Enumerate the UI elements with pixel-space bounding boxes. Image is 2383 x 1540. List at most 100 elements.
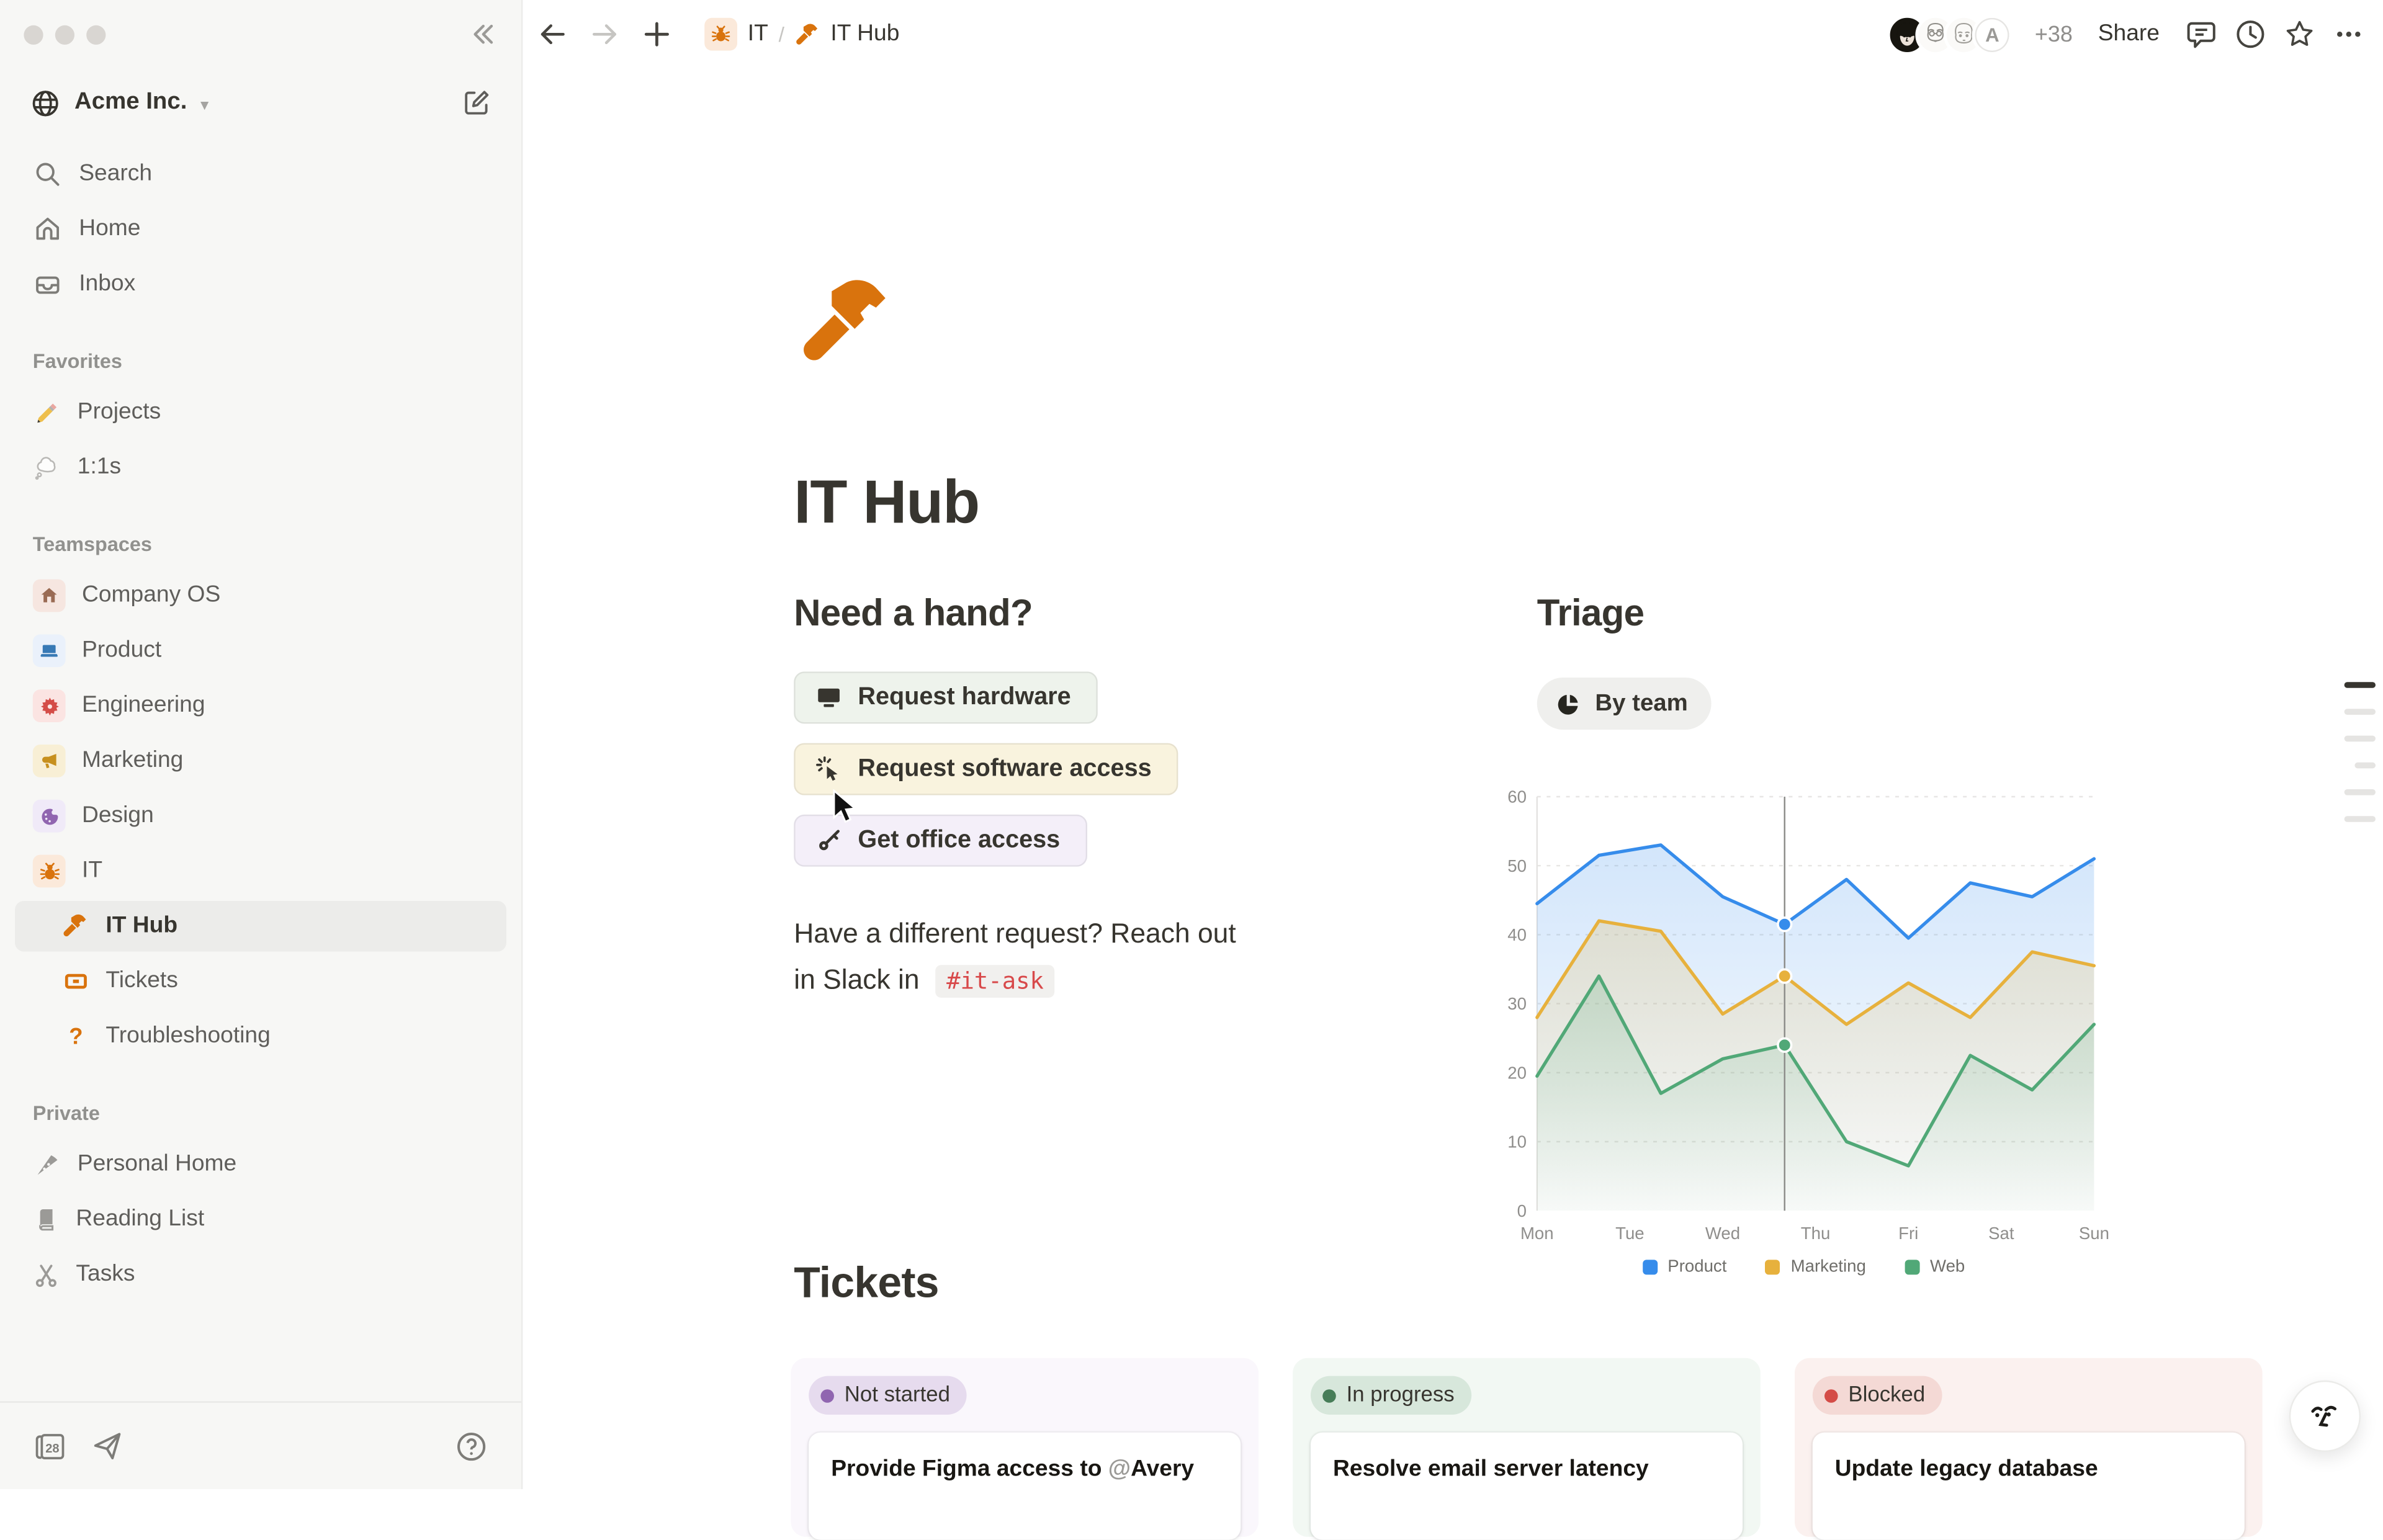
scissors-icon [33,1261,60,1288]
more-options-icon[interactable] [2332,18,2365,51]
legend-label: Web [1930,1258,1965,1276]
legend-item: Product [1642,1258,1726,1276]
search-icon [33,159,63,189]
svg-text:?: ? [69,1023,83,1049]
note-line2: in Slack in [794,964,919,995]
hammer-icon [63,913,89,939]
back-icon[interactable] [536,18,569,51]
workspace-switcher[interactable]: Acme Inc. ▾ [15,74,506,131]
ticket-card[interactable]: Provide Figma access to @Avery [809,1433,1241,1540]
traffic-light-zoom[interactable] [86,25,105,44]
breadcrumb-team[interactable]: IT [748,21,768,48]
history-clock-icon[interactable] [2234,18,2267,51]
outline-bar [2345,816,2376,822]
sidebar-item-label: Reading List [76,1206,204,1233]
book-icon [33,1206,60,1233]
legend-item: Marketing [1766,1258,1866,1276]
sidebar-item-label: Inbox [79,271,135,298]
key-icon [815,826,843,855]
sidebar-item-label: Product [82,637,161,664]
tickets-board: Not started Provide Figma access to @Ave… [791,1358,2262,1537]
sidebar-item-it-hub[interactable]: IT Hub [15,901,506,952]
breadcrumb-separator: / [779,22,784,46]
share-button[interactable]: Share [2098,21,2160,48]
ticket-card[interactable]: Update legacy database [1813,1433,2245,1540]
sidebar-item-label: Engineering [82,692,205,719]
need-a-hand-section: Need a hand? Request hardware Request so… [794,593,1345,1005]
svg-text:40: 40 [1507,925,1527,944]
traffic-light-minimize[interactable] [55,25,74,44]
workspace-name: Acme Inc. [74,89,187,116]
sidebar-item-1-1s[interactable]: 1:1s [15,442,506,493]
add-page-icon[interactable] [640,18,673,51]
status-badge[interactable]: Not started [809,1376,966,1415]
laptop-icon [33,634,66,667]
sidebar-item-engineering[interactable]: Engineering [15,681,506,732]
svg-text:50: 50 [1507,856,1527,875]
card-title-text: Update legacy database [1835,1453,2222,1484]
get-office-access-button[interactable]: Get office access [794,815,1087,867]
status-dot [820,1389,834,1402]
sidebar-item-reading-list[interactable]: Reading List [15,1194,506,1245]
sidebar-item-projects[interactable]: Projects [15,387,506,438]
send-icon[interactable] [91,1430,123,1462]
sidebar-item-marketing[interactable]: Marketing [15,736,506,787]
new-page-icon[interactable] [462,88,491,118]
sidebar-item-personal-home[interactable]: Personal Home [15,1139,506,1190]
pencil-icon [33,398,61,427]
outline-bar [2345,709,2376,715]
request-hardware-button[interactable]: Request hardware [794,671,1098,723]
forward-icon[interactable] [588,18,621,51]
sidebar-item-company-os[interactable]: Company OS [15,570,506,621]
status-badge[interactable]: Blocked [1813,1376,1942,1415]
button-label: Get office access [858,826,1060,855]
notion-ai-button[interactable] [2289,1381,2361,1452]
help-icon[interactable] [454,1429,488,1463]
topbar-left: IT / IT Hub [536,0,899,68]
private-section: Private Personal Home Reading List Tasks [15,1066,506,1304]
megaphone-icon [33,745,66,777]
slack-channel-chip[interactable]: #it-ask [936,965,1054,998]
legend-swatch [1642,1260,1657,1274]
filter-label: By team [1595,690,1687,717]
avatar-stack[interactable]: A [1887,14,2013,55]
svg-text:Wed: Wed [1705,1224,1740,1243]
by-team-filter-button[interactable]: By team [1537,678,1712,730]
sidebar-item-tickets[interactable]: Tickets [15,956,506,1007]
bug-icon [33,855,66,888]
breadcrumb-page[interactable]: IT Hub [830,21,899,48]
ticket-card[interactable]: Resolve email server latency [1311,1433,1743,1540]
sidebar-item-inbox[interactable]: Inbox [15,259,506,310]
page-outline-indicator[interactable] [2337,682,2376,822]
question-icon: ? [63,1023,89,1050]
sidebar-item-label: IT [82,857,102,884]
sidebar-item-design[interactable]: Design [15,790,506,841]
button-label: Request software access [858,755,1151,784]
sidebar-item-product[interactable]: Product [15,625,506,676]
traffic-light-close[interactable] [24,25,43,44]
app-window: Acme Inc. ▾ Search Home Inbox Favorites [0,0,2383,1489]
sidebar-item-search[interactable]: Search [15,149,506,200]
sidebar-item-label: Troubleshooting [105,1023,270,1050]
sidebar-item-label: Search [79,161,152,187]
sidebar-collapse-icon[interactable] [468,19,498,49]
sidebar-item-it[interactable]: IT [15,846,506,897]
outline-bar [2345,789,2376,795]
request-software-access-button[interactable]: Request software access [794,743,1178,795]
calendar-icon[interactable]: 28 [33,1429,67,1463]
sidebar-item-label: Marketing [82,748,183,774]
triage-area-chart[interactable]: 0102030405060MonTueWedThuFriSatSun [1498,776,2109,1267]
page-icon-hammer[interactable] [800,274,898,380]
sidebar-item-tasks[interactable]: Tasks [15,1250,506,1300]
sidebar-item-label: Home [79,216,140,243]
comments-icon[interactable] [2185,18,2218,51]
favorite-star-icon[interactable] [2283,18,2316,51]
sidebar: Acme Inc. ▾ Search Home Inbox Favorites [0,0,523,1489]
status-badge[interactable]: In progress [1311,1376,1471,1415]
sidebar-item-home[interactable]: Home [15,204,506,255]
svg-text:0: 0 [1517,1201,1527,1220]
mention-name[interactable]: Avery [1131,1456,1194,1482]
card-title-text: Provide Figma access to [831,1456,1108,1482]
svg-text:60: 60 [1507,787,1527,807]
sidebar-item-troubleshooting[interactable]: ? Troubleshooting [15,1011,506,1062]
